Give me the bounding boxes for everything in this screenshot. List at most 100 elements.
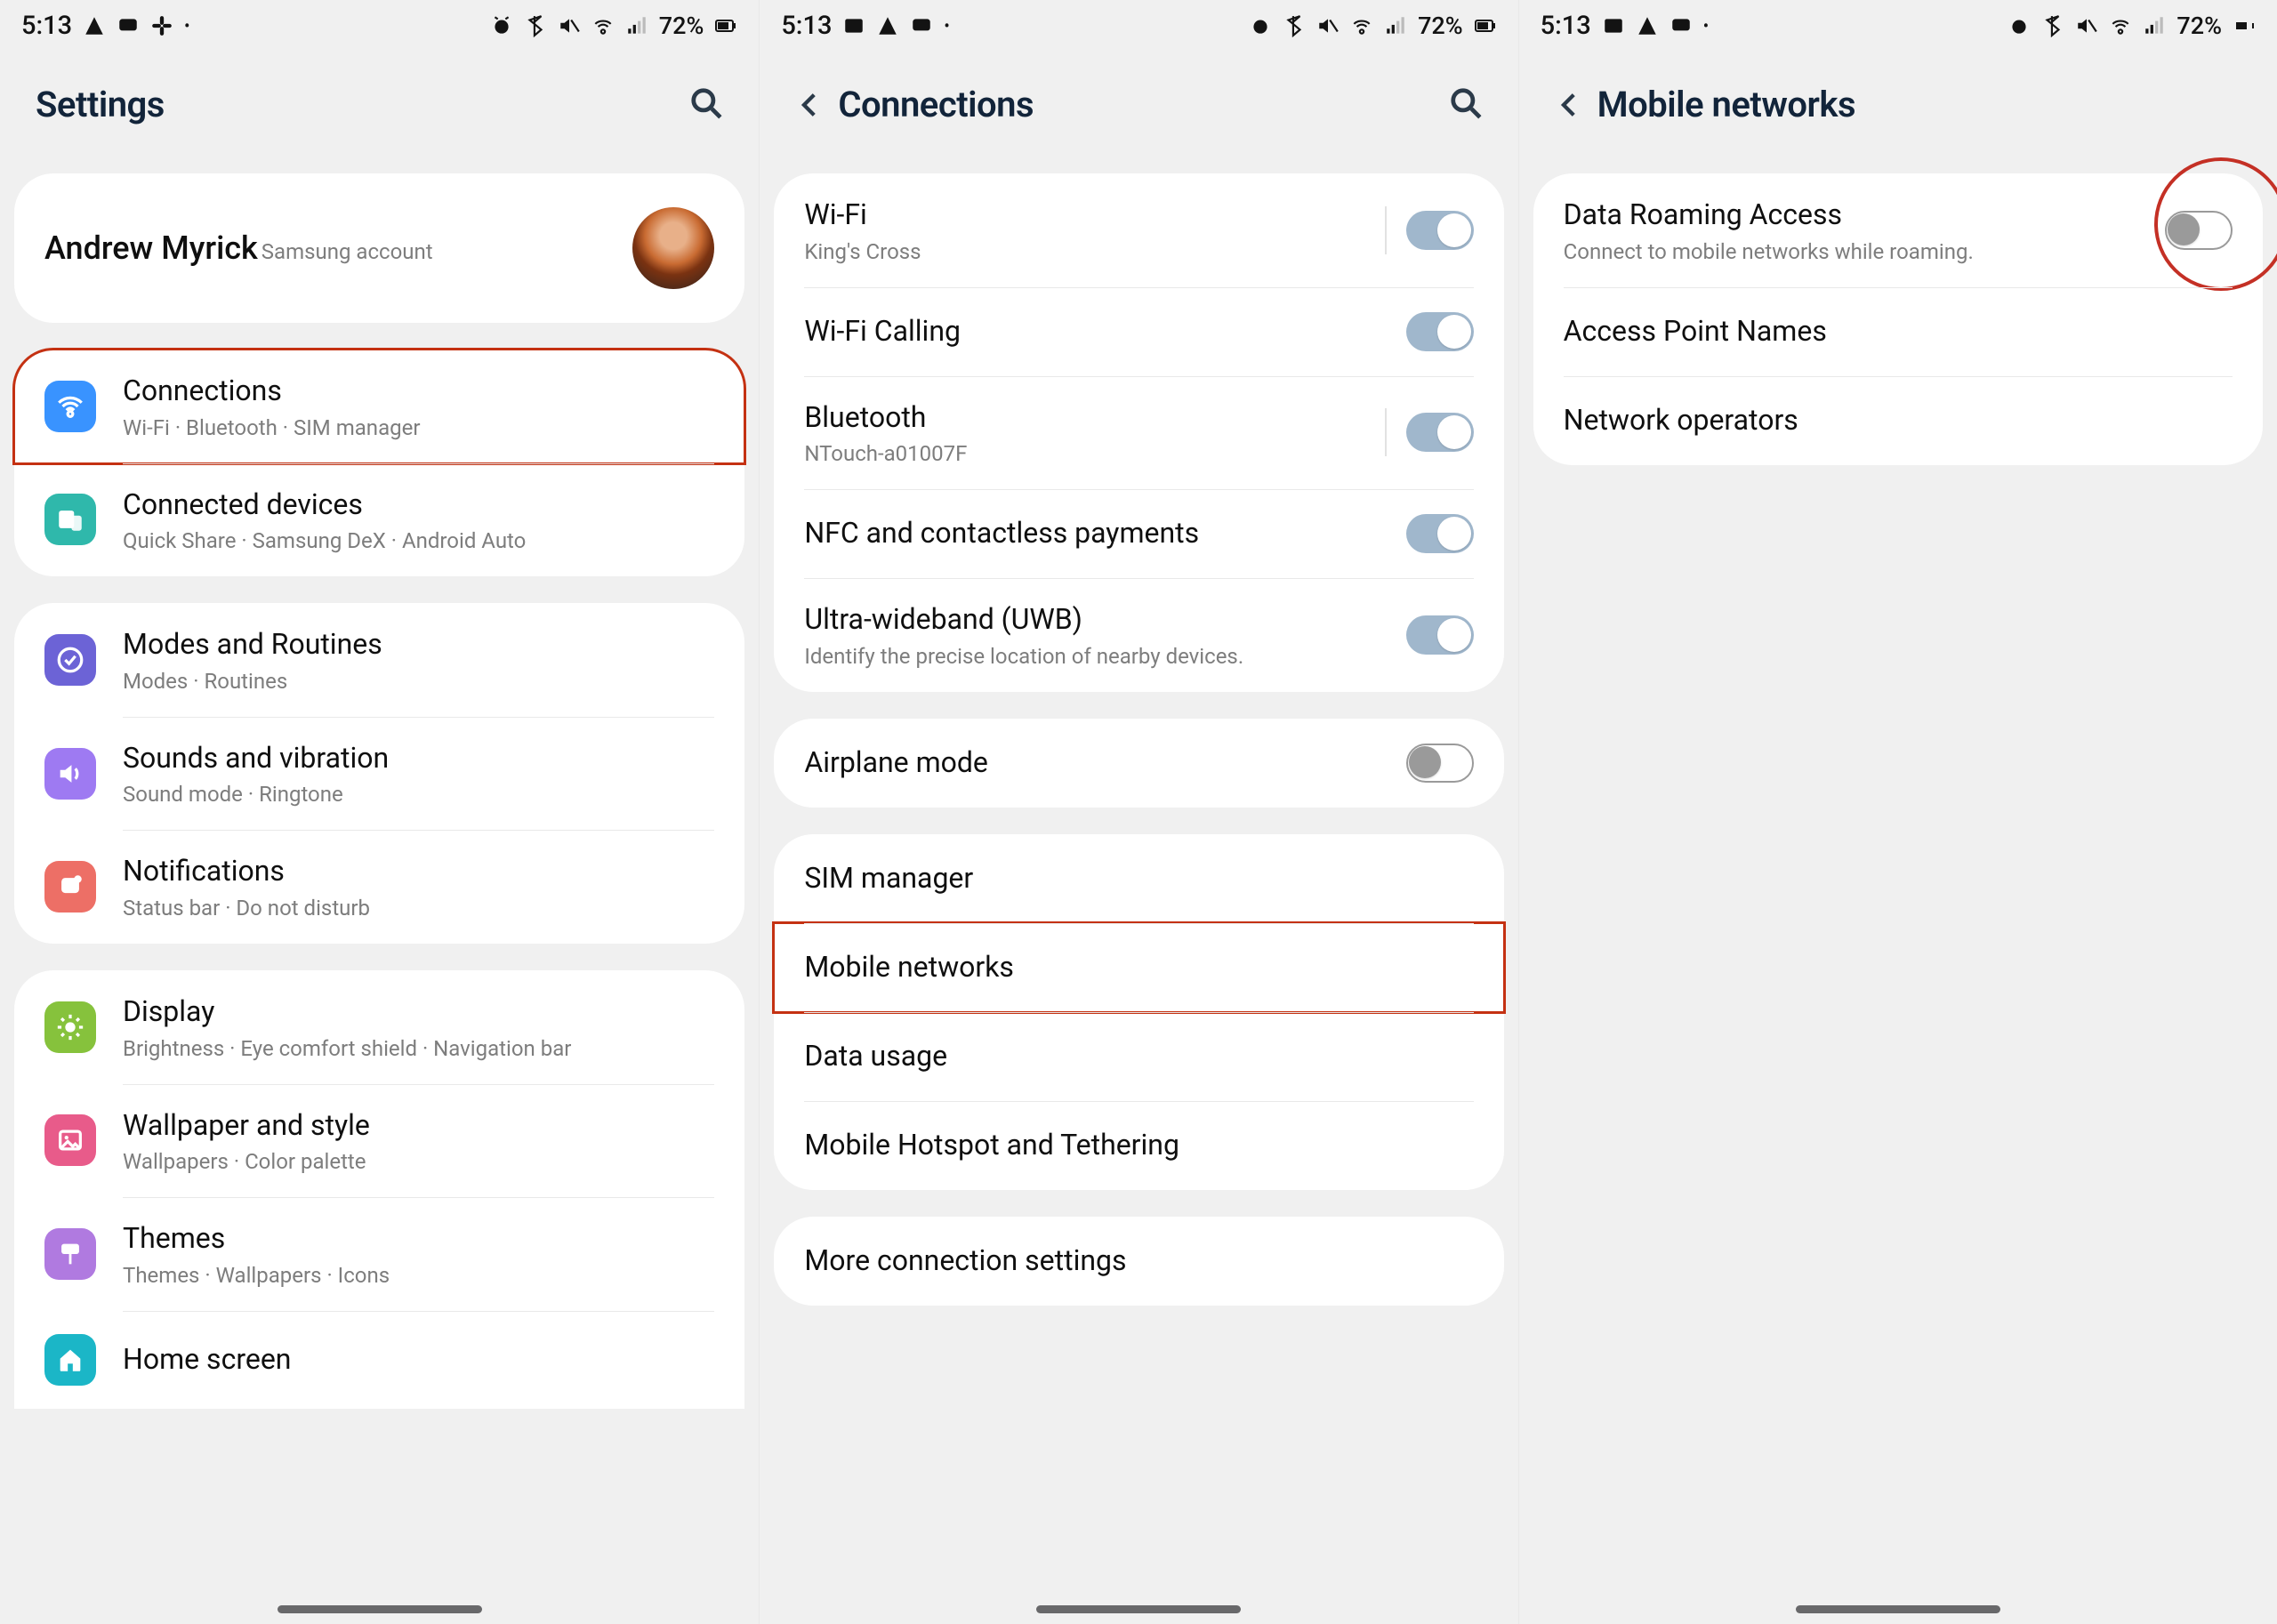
row-airplane[interactable]: Airplane mode [774,719,1503,808]
toggle-nfc[interactable] [1406,514,1474,553]
header-connections: Connections [760,52,1517,173]
row-wifi-calling[interactable]: Wi-Fi Calling [774,287,1503,376]
speech-icon [117,14,140,37]
image-icon [44,1114,96,1166]
speech-icon [910,14,933,37]
row-title: Data usage [804,1038,947,1075]
profile-card[interactable]: Andrew Myrick Samsung account [14,173,744,323]
row-themes[interactable]: Themes Themes · Wallpapers · Icons [14,1197,744,1311]
row-title: Themes [123,1220,390,1258]
row-operators[interactable]: Network operators [1533,376,2263,465]
row-mobile-networks[interactable]: Mobile networks [774,923,1503,1012]
toggle-bluetooth[interactable] [1406,413,1474,452]
row-title: Access Point Names [1564,313,1827,350]
row-hotspot[interactable]: Mobile Hotspot and Tethering [774,1101,1503,1190]
status-battery: 72% [1418,12,1463,40]
connections-group-1: Wi-Fi King's Cross Wi-Fi Calling Bluetoot… [774,173,1503,692]
connections-group-3: SIM manager Mobile networks Data usage M… [774,834,1503,1190]
row-title: Home screen [123,1341,291,1379]
signal-icon [2143,14,2166,37]
mute-icon [558,14,581,37]
alarm-icon [2007,14,2031,37]
row-sub: Sound mode · Ringtone [123,782,389,807]
row-sub: King's Cross [804,239,921,264]
row-bluetooth[interactable]: Bluetooth NTouch-a01007F [774,376,1503,490]
toggle-wifi[interactable] [1406,211,1474,250]
header-settings: Settings [0,52,759,173]
status-bar: 5:13 • 72% [1519,0,2277,52]
connections-group-2: Airplane mode [774,719,1503,808]
row-sub: Modes · Routines [123,669,382,694]
row-data-usage[interactable]: Data usage [774,1012,1503,1101]
row-sub: Quick Share · Samsung DeX · Android Auto [123,528,526,553]
row-title: Airplane mode [804,744,988,782]
phone-mobile-networks: 5:13 • 72% Mobile networks Data Roaming … [1518,0,2277,1624]
row-uwb[interactable]: Ultra-wideband (UWB)Identify the precise… [774,578,1503,692]
row-roaming[interactable]: Data Roaming Access Connect to mobile ne… [1533,173,2263,287]
row-title: Wallpaper and style [123,1107,370,1145]
home-indicator[interactable] [1796,1605,2000,1613]
toggle-uwb[interactable] [1406,615,1474,655]
bluetooth-icon [2041,14,2064,37]
row-title: Modes and Routines [123,626,382,663]
row-title: Bluetooth [804,399,967,437]
page-title: Mobile networks [1597,84,1855,125]
row-title: More connection settings [804,1242,1126,1280]
home-indicator[interactable] [1036,1605,1241,1613]
settings-group-2: Modes and Routines Modes · Routines Soun… [14,603,744,944]
row-sub: Identify the precise location of nearby … [804,644,1243,669]
row-wallpaper[interactable]: Wallpaper and style Wallpapers · Color p… [14,1084,744,1198]
bluetooth-icon [1283,14,1306,37]
page-title: Connections [838,84,1034,125]
battery-icon [714,14,737,37]
triangle-icon [876,14,899,37]
dot-icon: • [184,17,189,36]
wifi-icon [44,381,96,432]
row-apn[interactable]: Access Point Names [1533,287,2263,376]
back-icon[interactable] [1555,90,1597,120]
row-title: Wi-Fi [804,197,921,234]
row-sub: Status bar · Do not disturb [123,896,370,921]
page-title: Settings [36,84,165,125]
toggle-wifi-calling[interactable] [1406,312,1474,351]
row-wifi[interactable]: Wi-Fi King's Cross [774,173,1503,287]
row-nfc[interactable]: NFC and contactless payments [774,489,1503,578]
triangle-icon [1636,14,1659,37]
alarm-icon [1249,14,1272,37]
status-time: 5:13 [1541,11,1591,41]
status-time: 5:13 [781,11,832,41]
row-title: NFC and contactless payments [804,515,1199,552]
row-home[interactable]: Home screen [14,1311,744,1409]
settings-group-3: Display Brightness · Eye comfort shield … [14,970,744,1409]
profile-name: Andrew Myrick [44,229,258,267]
toggle-airplane[interactable] [1406,744,1474,783]
phone-settings: 5:13 • 72% Settings Andrew Myrick Samsun… [0,0,759,1624]
status-bar: 5:13 • 72% [0,0,759,52]
row-title: Sounds and vibration [123,740,389,777]
row-connections[interactable]: Connections Wi-Fi · Bluetooth · SIM mana… [14,350,744,463]
search-icon[interactable] [689,86,723,124]
row-title: Mobile networks [804,949,1014,986]
signal-icon [625,14,648,37]
wifi-status-icon [591,14,615,37]
row-sub: Wi-Fi · Bluetooth · SIM manager [123,415,420,440]
search-icon[interactable] [1449,86,1483,124]
avatar[interactable] [632,207,714,289]
row-sim[interactable]: SIM manager [774,834,1503,923]
row-more[interactable]: More connection settings [774,1217,1503,1306]
toggle-roaming[interactable] [2165,211,2233,250]
gallery-icon [1602,14,1625,37]
row-modes[interactable]: Modes and Routines Modes · Routines [14,603,744,717]
bluetooth-icon [524,14,547,37]
back-icon[interactable] [795,90,838,120]
row-display[interactable]: Display Brightness · Eye comfort shield … [14,970,744,1084]
home-indicator[interactable] [278,1605,482,1613]
dot-icon: • [944,17,949,36]
row-notifications[interactable]: Notifications Status bar · Do not distur… [14,830,744,944]
check-icon [44,634,96,686]
row-sounds[interactable]: Sounds and vibration Sound mode · Ringto… [14,717,744,831]
row-sub: NTouch-a01007F [804,441,967,466]
row-connected-devices[interactable]: Connected devices Quick Share · Samsung … [14,463,744,577]
home-icon [44,1334,96,1386]
row-title: Wi-Fi Calling [804,313,961,350]
